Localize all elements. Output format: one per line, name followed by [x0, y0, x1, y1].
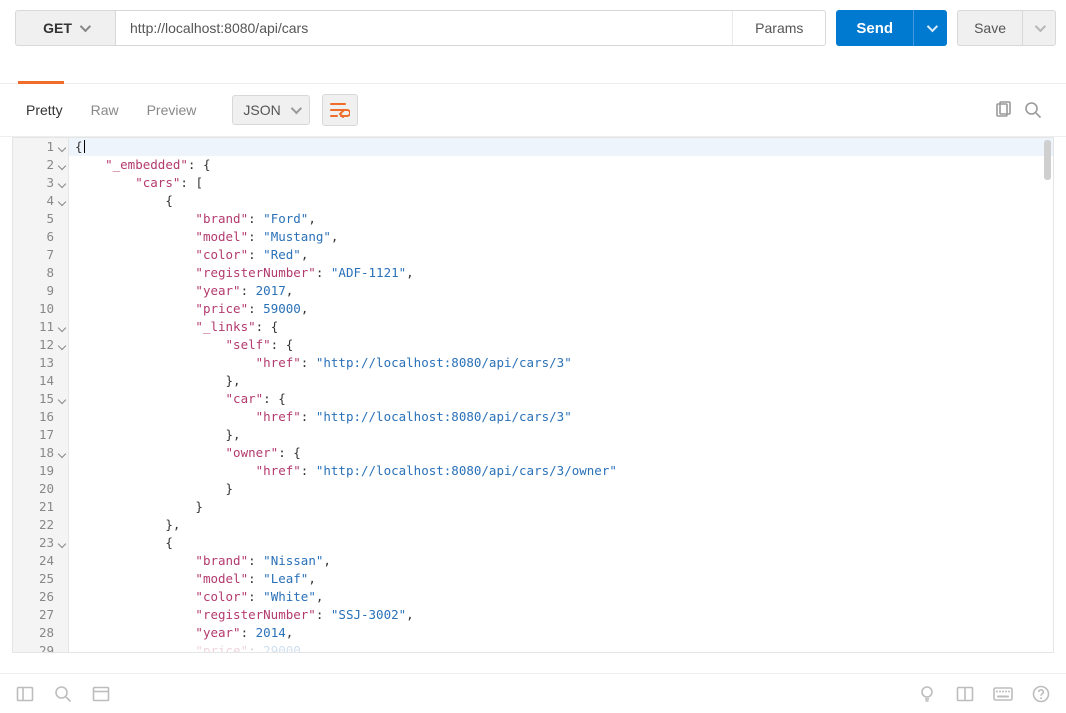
code-line[interactable]: "href": "http://localhost:8080/api/cars/… — [69, 354, 1053, 372]
console-button[interactable] — [88, 681, 114, 707]
copy-button[interactable] — [988, 95, 1018, 125]
code-line[interactable]: "price": 59000, — [69, 300, 1053, 318]
chevron-down-icon — [80, 21, 91, 32]
params-button[interactable]: Params — [732, 11, 825, 45]
code-line[interactable]: "_links": { — [69, 318, 1053, 336]
format-select[interactable]: JSON — [232, 95, 309, 125]
active-tab-indicator — [18, 81, 64, 84]
search-button[interactable] — [1018, 95, 1048, 125]
code-line[interactable]: "model": "Leaf", — [69, 570, 1053, 588]
view-tab-raw[interactable]: Raw — [91, 102, 119, 118]
url-input[interactable] — [116, 11, 732, 45]
code-line[interactable]: "self": { — [69, 336, 1053, 354]
code-line[interactable]: }, — [69, 426, 1053, 444]
save-dropdown[interactable] — [1022, 10, 1056, 46]
code-line[interactable]: } — [69, 480, 1053, 498]
code-line[interactable]: "model": "Mustang", — [69, 228, 1053, 246]
status-bar — [0, 673, 1066, 713]
find-button[interactable] — [50, 681, 76, 707]
wrap-toggle[interactable] — [322, 94, 358, 126]
code-line[interactable]: "brand": "Nissan", — [69, 552, 1053, 570]
keyboard-shortcuts-button[interactable] — [990, 681, 1016, 707]
bootcamp-button[interactable] — [914, 681, 940, 707]
panel-icon — [16, 685, 34, 703]
code-line[interactable]: "_embedded": { — [69, 156, 1053, 174]
code-line[interactable]: "year": 2014, — [69, 624, 1053, 642]
search-icon — [54, 685, 72, 703]
console-icon — [92, 685, 110, 703]
help-button[interactable] — [1028, 681, 1054, 707]
chevron-down-icon — [290, 103, 301, 114]
code-line[interactable]: { — [69, 192, 1053, 210]
search-icon — [1024, 101, 1042, 119]
chevron-down-icon — [926, 21, 937, 32]
view-tab-preview[interactable]: Preview — [147, 102, 197, 118]
help-icon — [1032, 685, 1050, 703]
lightbulb-icon — [918, 685, 936, 703]
code-line[interactable]: }, — [69, 516, 1053, 534]
wrap-icon — [330, 102, 350, 118]
code-line[interactable]: { — [69, 138, 1053, 156]
code-line[interactable]: "brand": "Ford", — [69, 210, 1053, 228]
save-button[interactable]: Save — [957, 10, 1022, 46]
chevron-down-icon — [1035, 21, 1046, 32]
code-line[interactable]: "href": "http://localhost:8080/api/cars/… — [69, 408, 1053, 426]
code-line[interactable]: "color": "Red", — [69, 246, 1053, 264]
two-pane-button[interactable] — [952, 681, 978, 707]
response-body-editor[interactable]: 1234567891011121314151617181920212223242… — [12, 137, 1054, 653]
code-line[interactable]: "href": "http://localhost:8080/api/cars/… — [69, 462, 1053, 480]
code-line[interactable]: { — [69, 534, 1053, 552]
http-method-label: GET — [43, 20, 72, 36]
request-tab-strip — [0, 56, 1066, 84]
code-line[interactable]: "cars": [ — [69, 174, 1053, 192]
code-line[interactable]: "registerNumber": "ADF-1121", — [69, 264, 1053, 282]
view-tab-pretty[interactable]: Pretty — [26, 102, 63, 118]
http-method-select[interactable]: GET — [15, 10, 115, 46]
code-line[interactable]: "color": "White", — [69, 588, 1053, 606]
toggle-sidebar-button[interactable] — [12, 681, 38, 707]
code-line[interactable]: "price": 29000, — [69, 642, 1053, 652]
code-line[interactable]: "registerNumber": "SSJ-3002", — [69, 606, 1053, 624]
code-area[interactable]: { "_embedded": { "cars": [ { "brand": "F… — [69, 138, 1053, 652]
code-line[interactable]: "year": 2017, — [69, 282, 1053, 300]
code-line[interactable]: "owner": { — [69, 444, 1053, 462]
format-label: JSON — [243, 102, 280, 118]
scrollbar-thumb[interactable] — [1044, 140, 1051, 180]
code-line[interactable]: "car": { — [69, 390, 1053, 408]
send-button[interactable]: Send — [836, 10, 913, 46]
code-line[interactable]: } — [69, 498, 1053, 516]
two-pane-icon — [956, 685, 974, 703]
copy-icon — [994, 101, 1012, 119]
keyboard-icon — [993, 687, 1013, 701]
code-line[interactable]: }, — [69, 372, 1053, 390]
send-dropdown[interactable] — [913, 10, 947, 46]
line-gutter: 1234567891011121314151617181920212223242… — [13, 138, 69, 652]
